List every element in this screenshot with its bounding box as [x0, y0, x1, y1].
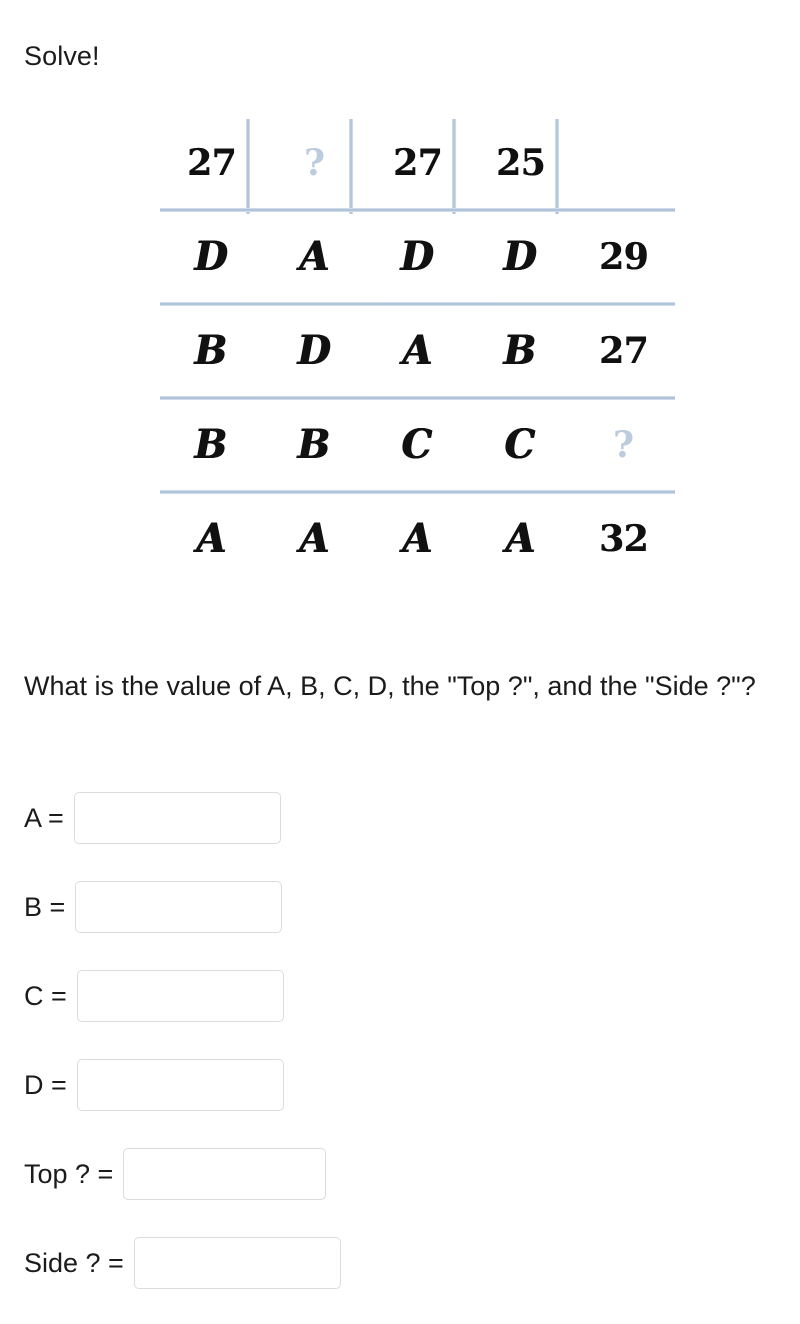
puzzle-table: 27 ? 27 25 D A D D 29 B D A B 27 B B C C… — [160, 116, 675, 586]
grid-cell: B — [263, 398, 366, 492]
question-text: What is the value of A, B, C, D, the "To… — [24, 671, 756, 701]
grid-cell: A — [263, 210, 366, 304]
cell-value: 25 — [495, 142, 546, 184]
table-row: D A D D 29 — [160, 210, 675, 304]
grid-cell: D — [263, 304, 366, 398]
grid-cell: 27 — [160, 116, 675, 494]
cell-letter: A — [299, 233, 330, 280]
table-row: B D A B 27 — [160, 304, 675, 398]
grid-cell: ? — [572, 398, 675, 492]
answer-label-side: Side ? = — [24, 1247, 124, 1278]
grid-cell: 29 — [572, 210, 675, 304]
cell-letter: A — [196, 515, 227, 562]
answer-label-c: C = — [24, 980, 67, 1011]
cell-letter: B — [298, 421, 331, 468]
grid-cell: D — [469, 210, 572, 304]
page-title: Solve! — [24, 41, 100, 71]
top-question-mark: ? — [303, 142, 326, 184]
answer-row-b: B = — [24, 879, 784, 935]
answer-row-c: C = — [24, 968, 784, 1024]
table-row: B B C C ? — [160, 398, 675, 492]
grid-cell: 25 — [469, 116, 572, 210]
cell-letter: B — [504, 327, 537, 374]
answer-input-d[interactable] — [76, 1059, 284, 1111]
cell-letter: A — [299, 515, 330, 562]
worksheet-page: Solve! 27 ? 27 25 D A D D 29 B D A B 27 … — [0, 0, 800, 1317]
cell-letter: A — [402, 327, 433, 374]
answer-row-d: D = — [24, 1057, 784, 1113]
grid-cell: A — [469, 492, 572, 586]
table-row: A A A A 32 — [160, 492, 675, 586]
answer-row-a: A = — [24, 790, 784, 846]
answer-input-side[interactable] — [133, 1237, 341, 1289]
grid-cell: A — [366, 492, 469, 586]
grid-cell: 27 — [366, 116, 469, 210]
grid-cell: C — [469, 398, 572, 492]
answer-label-b: B = — [24, 891, 66, 922]
grid-cell: B — [160, 398, 263, 492]
grid-cell: A — [366, 304, 469, 398]
cell-letter: D — [297, 327, 332, 374]
answer-input-a[interactable] — [73, 792, 281, 844]
answer-label-a: A = — [24, 802, 64, 833]
answer-label-top: Top ? = — [24, 1158, 114, 1189]
cell-letter: A — [505, 515, 536, 562]
cell-letter: C — [401, 421, 434, 468]
grid-cell: A — [263, 492, 366, 586]
cell-letter: A — [402, 515, 433, 562]
grid-cell: B — [469, 304, 572, 398]
grid-cell: A — [160, 492, 263, 586]
puzzle-grid: 27 ? 27 25 D A D D 29 B D A B 27 B B C C… — [160, 116, 680, 586]
cell-letter: D — [503, 233, 538, 280]
row-sum: 27 — [598, 330, 649, 372]
cell-letter: D — [400, 233, 435, 280]
cell-letter: B — [195, 421, 228, 468]
cell-value: 27 — [392, 142, 443, 184]
grid-cell: 27 — [572, 304, 675, 398]
grid-cell: B — [160, 304, 263, 398]
cell-value: 27 — [186, 142, 237, 184]
row-sum: 29 — [598, 236, 649, 278]
side-question-mark: ? — [612, 424, 635, 466]
answer-input-top[interactable] — [123, 1148, 327, 1200]
cell-letter: C — [504, 421, 537, 468]
answer-input-b[interactable] — [75, 881, 283, 933]
answer-row-top: Top ? = — [24, 1146, 784, 1202]
grid-cell — [572, 116, 675, 210]
grid-cell: D — [160, 210, 263, 304]
table-row: 27 ? 27 25 — [160, 116, 675, 494]
cell-letter: D — [194, 233, 229, 280]
answer-list: A = B = C = D = Top ? = Side ? = — [24, 790, 784, 1324]
answer-row-side: Side ? = — [24, 1235, 784, 1291]
answer-input-c[interactable] — [76, 970, 284, 1022]
cell-letter: B — [195, 327, 228, 374]
grid-cell: C — [366, 398, 469, 492]
grid-cell: ? — [263, 116, 366, 210]
row-sum: 32 — [598, 518, 649, 560]
grid-vline — [246, 119, 250, 214]
answer-label-d: D = — [24, 1069, 67, 1100]
grid-cell: D — [366, 210, 469, 304]
grid-cell: 32 — [572, 492, 675, 586]
